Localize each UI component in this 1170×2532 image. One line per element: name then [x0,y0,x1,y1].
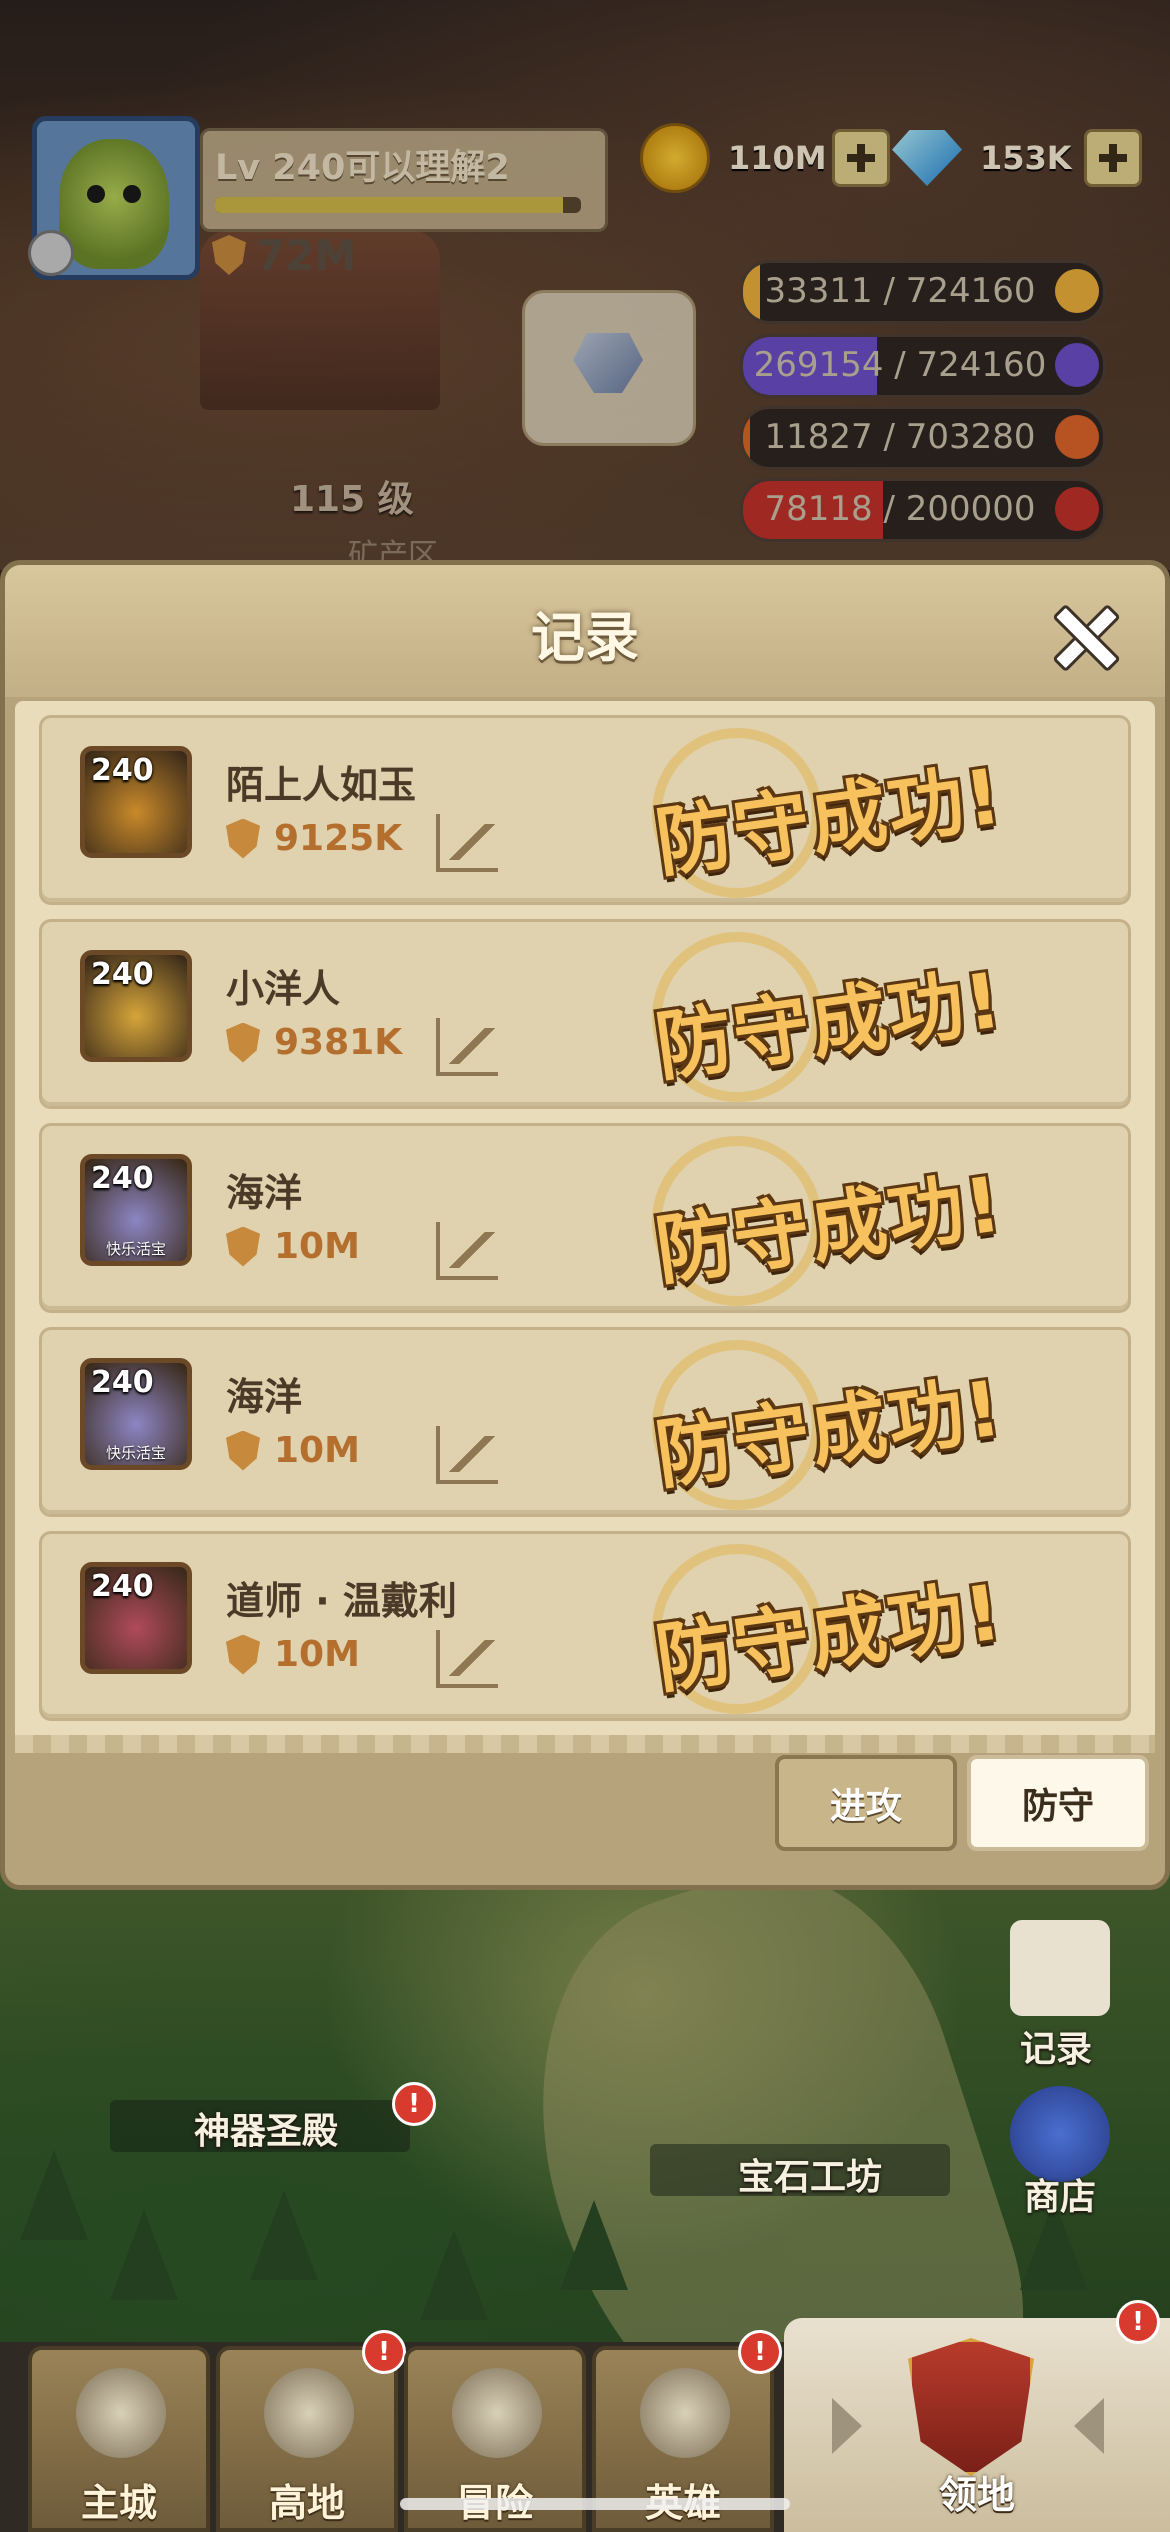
opponent-avatar[interactable]: 240 [80,746,192,858]
nav-main-city-label: 主城 [80,2481,157,2525]
opponent-name: 海洋 [226,1171,303,1215]
opponent-power-value: 10M [274,1226,360,1267]
home-indicator[interactable] [400,2498,790,2510]
highland-alert-icon: ! [362,2330,406,2374]
opponent-level: 240 [91,753,154,788]
artifact-hall-label[interactable]: 神器圣殿 [194,2102,338,2154]
opponent-avatar[interactable]: 240 [80,1562,192,1674]
highland-icon [264,2368,354,2458]
opponent-name: 道师 · 温戴利 [226,1579,457,1623]
nav-highland-label: 高地 [268,2481,345,2525]
power-shield-icon [226,818,260,859]
opponent-power: 9125K [226,818,402,859]
opponent-power: 10M [226,1634,360,1675]
power-shield-icon [226,1430,260,1471]
helmet-icon [640,2368,730,2458]
tab-defend[interactable]: 防守 [967,1755,1149,1851]
opponent-power: 10M [226,1430,360,1471]
opponent-power-value: 9381K [274,1022,403,1063]
nav-territory-label: 领地 [938,2473,1015,2517]
arrow-left-icon [1074,2398,1104,2454]
tab-attack[interactable]: 进攻 [775,1755,957,1851]
trend-chart-icon[interactable] [436,814,498,872]
opponent-level: 240 [91,1161,154,1196]
opponent-level: 240 [91,1365,154,1400]
opponent-avatar[interactable]: 240 [80,950,192,1062]
opponent-avatar[interactable]: 240 快乐活宝 [80,1154,192,1266]
power-shield-icon [226,1022,260,1063]
trend-chart-icon[interactable] [436,1018,498,1076]
modal-title: 记录 [531,606,639,669]
opponent-power-value: 10M [274,1634,360,1675]
modal-header: 记录 [5,565,1165,697]
nav-main-city[interactable]: 主城 [28,2346,210,2532]
record-row[interactable]: 240 小洋人 9381K 防守成功! [39,919,1131,1109]
record-row[interactable]: 240 道师 · 温戴利 10M 防守成功! [39,1531,1131,1721]
opponent-name: 陌上人如玉 [226,763,417,807]
list-trim [15,1735,1155,1753]
opponent-name: 小洋人 [226,967,341,1011]
opponent-tag: 快乐活宝 [105,1240,166,1258]
opponent-level: 240 [91,957,154,992]
nav-highland[interactable]: 高地 [216,2346,398,2532]
trend-chart-icon[interactable] [436,1426,498,1484]
opponent-power-value: 10M [274,1430,360,1471]
trend-chart-icon[interactable] [436,1630,498,1688]
arrow-right-icon [832,2398,862,2454]
nav-territory[interactable]: 领地 [784,2318,1170,2532]
castle-icon [76,2368,166,2458]
record-row[interactable]: 240 快乐活宝 海洋 10M 防守成功! [39,1123,1131,1313]
close-button[interactable] [1051,603,1115,667]
opponent-level: 240 [91,1569,154,1604]
power-shield-icon [226,1634,260,1675]
heroes-alert-icon: ! [738,2330,782,2374]
trend-chart-icon[interactable] [436,1222,498,1280]
territory-banner-icon [908,2338,1034,2476]
territory-alert-icon: ! [1116,2300,1160,2344]
artifact-hall-alert-icon: ! [392,2082,436,2126]
opponent-power: 10M [226,1226,360,1267]
crossed-swords-icon [452,2368,542,2458]
records-modal: 记录 240 陌上人如玉 9125K 防守成功! 240 小洋人 9381K 防… [0,560,1170,1890]
opponent-power: 9381K [226,1022,402,1063]
record-row[interactable]: 240 快乐活宝 海洋 10M 防守成功! [39,1327,1131,1517]
opponent-avatar[interactable]: 240 快乐活宝 [80,1358,192,1470]
opponent-name: 海洋 [226,1375,303,1419]
power-shield-icon [226,1226,260,1267]
opponent-tag: 快乐活宝 [105,1444,166,1462]
record-list[interactable]: 240 陌上人如玉 9125K 防守成功! 240 小洋人 9381K 防守成功… [15,701,1155,1741]
gem-workshop-label[interactable]: 宝石工坊 [738,2148,882,2200]
opponent-power-value: 9125K [274,818,403,859]
records-side-label[interactable]: 记录 [1020,2020,1092,2072]
record-row[interactable]: 240 陌上人如玉 9125K 防守成功! [39,715,1131,905]
records-clipboard-icon[interactable] [1010,1920,1110,2016]
shop-side-label[interactable]: 商店 [1024,2168,1096,2220]
